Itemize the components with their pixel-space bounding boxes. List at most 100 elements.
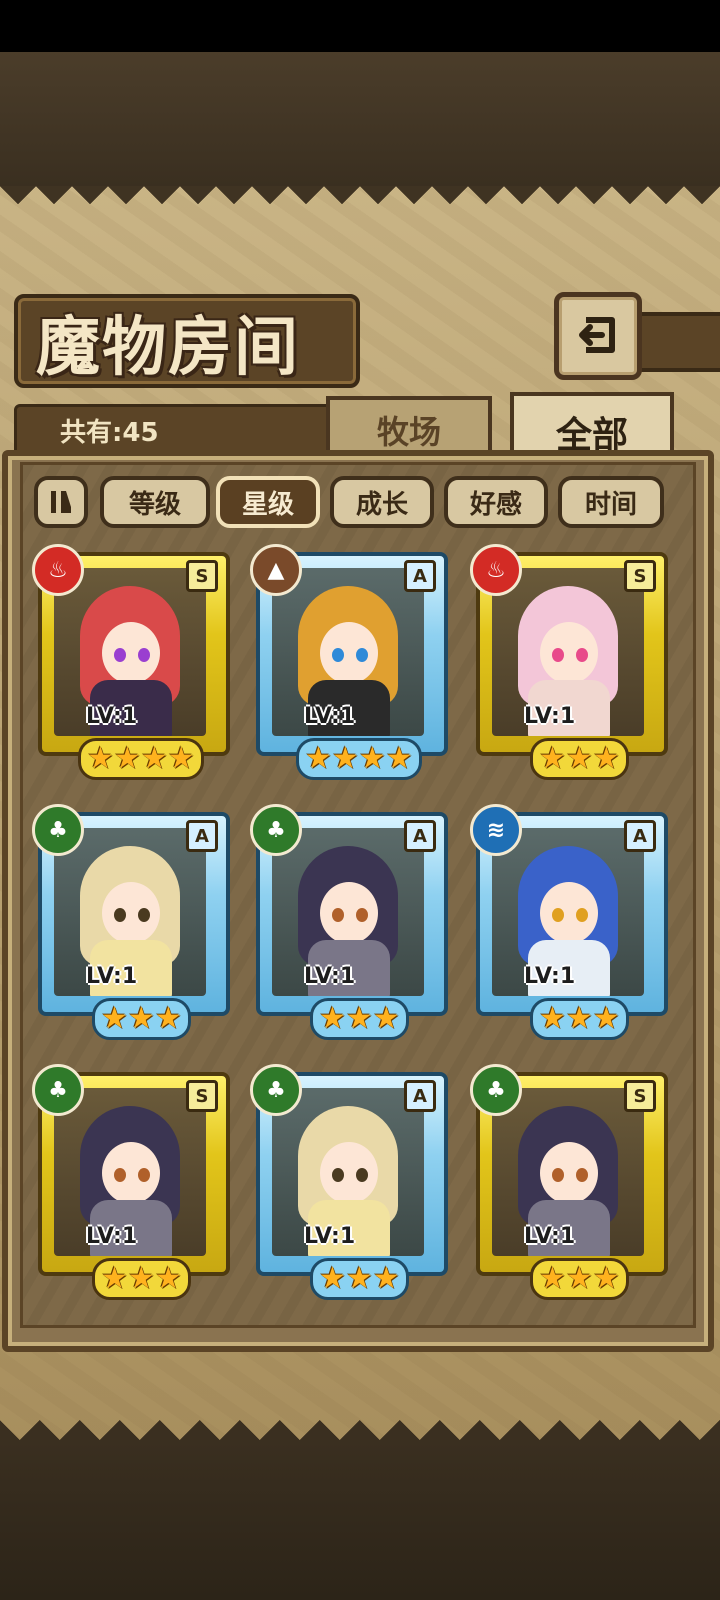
star-icon: ★ <box>565 1261 593 1296</box>
star-icon: ★ <box>539 1001 566 1036</box>
sort-by-stars[interactable]: 星级 <box>216 476 320 528</box>
portrait-eye <box>138 1168 150 1182</box>
monster-card[interactable]: ♣ A LV:1 ★ ★ ★ <box>250 1064 448 1300</box>
portrait-eye <box>576 908 588 922</box>
star-icon: ★ <box>565 741 593 776</box>
portrait-eye <box>552 1168 564 1182</box>
rank-badge: A <box>186 820 218 852</box>
back-button-rail <box>632 312 720 372</box>
earth-element-icon: ▲ <box>250 544 302 596</box>
sort-order-toggle[interactable] <box>34 476 88 528</box>
star-icon: ★ <box>101 1261 128 1296</box>
monster-card[interactable]: ♣ A LV:1 ★ ★ ★ <box>32 804 230 1040</box>
star-icon: ★ <box>565 1001 593 1036</box>
portrait-eye <box>138 908 150 922</box>
rank-badge: A <box>404 820 436 852</box>
star-rating: ★ ★ ★ <box>92 1258 191 1300</box>
star-icon: ★ <box>592 1001 620 1036</box>
star-icon: ★ <box>539 741 566 776</box>
monster-card[interactable]: ♣ S LV:1 ★ ★ ★ <box>32 1064 230 1300</box>
portrait-face <box>320 622 378 684</box>
rank-badge: S <box>624 1080 656 1112</box>
torn-edge-top <box>0 186 720 222</box>
portrait-eye <box>332 648 344 662</box>
wood-element-icon: ♣ <box>250 804 302 856</box>
portrait-face <box>102 1142 160 1204</box>
portrait-eye <box>356 908 368 922</box>
portrait-face <box>102 622 160 684</box>
portrait-eye <box>576 1168 588 1182</box>
star-rating: ★ ★ ★ <box>310 1258 409 1300</box>
portrait-eye <box>332 1168 344 1182</box>
portrait-eye <box>552 908 564 922</box>
star-icon: ★ <box>101 1001 128 1036</box>
star-icon: ★ <box>592 1261 620 1296</box>
portrait-eye <box>356 648 368 662</box>
water-element-icon: ≋ <box>470 804 522 856</box>
monster-count: 共有:45 <box>60 418 159 448</box>
portrait-face <box>540 1142 598 1204</box>
map-strip-bottom <box>0 1440 720 1600</box>
rank-badge: A <box>404 560 436 592</box>
star-rating: ★ ★ ★ <box>530 1258 629 1300</box>
level-label: LV:1 <box>86 964 138 989</box>
sort-by-growth[interactable]: 成长 <box>330 476 434 528</box>
wood-element-icon: ♣ <box>32 804 84 856</box>
star-icon: ★ <box>305 741 332 776</box>
monster-card[interactable]: ▲ A LV:1 ★ ★ ★ ★ <box>250 544 448 780</box>
star-icon: ★ <box>319 1001 346 1036</box>
star-rating: ★ ★ ★ ★ <box>78 738 204 780</box>
portrait-eye <box>114 648 126 662</box>
status-bar <box>0 0 720 52</box>
sort-by-affection[interactable]: 好感 <box>444 476 548 528</box>
star-icon: ★ <box>385 741 413 776</box>
portrait-eye <box>138 648 150 662</box>
level-label: LV:1 <box>86 1224 138 1249</box>
star-icon: ★ <box>372 1001 400 1036</box>
star-rating: ★ ★ ★ <box>530 738 629 780</box>
portrait-face <box>320 882 378 944</box>
star-icon: ★ <box>345 1261 373 1296</box>
level-label: LV:1 <box>524 1224 576 1249</box>
rank-badge: A <box>404 1080 436 1112</box>
star-icon: ★ <box>154 1261 182 1296</box>
portrait-face <box>102 882 160 944</box>
fire-element-icon: ♨ <box>470 544 522 596</box>
page-title: 魔物房间 <box>36 310 300 385</box>
portrait-eye <box>356 1168 368 1182</box>
back-button[interactable] <box>554 292 642 380</box>
star-icon: ★ <box>331 741 359 776</box>
monster-card[interactable]: ♨ S LV:1 ★ ★ ★ ★ <box>32 544 230 780</box>
portrait-eye <box>114 1168 126 1182</box>
star-rating: ★ ★ ★ <box>92 998 191 1040</box>
star-icon: ★ <box>539 1261 566 1296</box>
level-label: LV:1 <box>304 704 356 729</box>
monster-card[interactable]: ♨ S LV:1 ★ ★ ★ <box>470 544 668 780</box>
rank-badge: S <box>186 560 218 592</box>
monster-card[interactable]: ♣ A LV:1 ★ ★ ★ <box>250 804 448 1040</box>
portrait-eye <box>332 908 344 922</box>
wood-element-icon: ♣ <box>32 1064 84 1116</box>
star-icon: ★ <box>319 1261 346 1296</box>
sort-by-time[interactable]: 时间 <box>558 476 664 528</box>
map-strip-top <box>0 52 720 187</box>
wood-element-icon: ♣ <box>470 1064 522 1116</box>
sort-by-level[interactable]: 等级 <box>100 476 210 528</box>
portrait-eye <box>114 908 126 922</box>
star-icon: ★ <box>167 741 195 776</box>
fire-element-icon: ♨ <box>32 544 84 596</box>
level-label: LV:1 <box>524 704 576 729</box>
monster-card[interactable]: ♣ S LV:1 ★ ★ ★ <box>470 1064 668 1300</box>
sort-toggle-icon <box>51 491 71 513</box>
portrait-face <box>320 1142 378 1204</box>
star-icon: ★ <box>140 741 168 776</box>
star-rating: ★ ★ ★ <box>310 998 409 1040</box>
star-icon: ★ <box>592 741 620 776</box>
return-arrow-icon <box>579 317 615 353</box>
star-icon: ★ <box>372 1261 400 1296</box>
star-rating: ★ ★ ★ <box>530 998 629 1040</box>
star-icon: ★ <box>113 741 141 776</box>
monster-card[interactable]: ≋ A LV:1 ★ ★ ★ <box>470 804 668 1040</box>
star-icon: ★ <box>87 741 114 776</box>
level-label: LV:1 <box>86 704 138 729</box>
